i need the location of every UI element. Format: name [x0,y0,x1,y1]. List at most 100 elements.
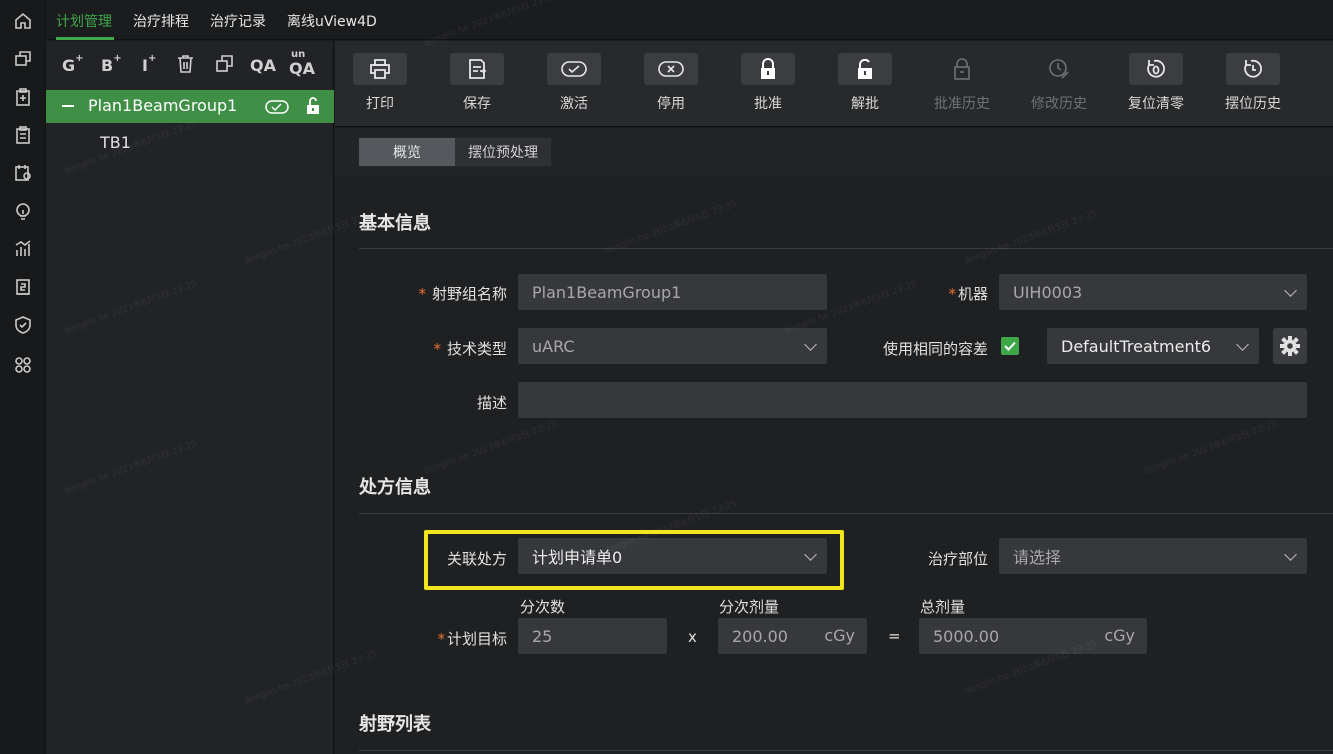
group-name-label-text: 射野组名称 [431,285,507,303]
group-name-label: * 射野组名称 [418,283,507,304]
bar-chart-icon[interactable] [11,237,35,261]
reset-zero-icon [1147,59,1165,78]
toggle-off-icon [658,61,684,77]
approve-history-label: 批准历史 [934,96,990,112]
un-qa-button[interactable]: un QA [289,49,315,79]
qa-button[interactable]: QA [250,56,276,75]
clipboard-list-icon[interactable] [11,123,35,147]
unapprove-button[interactable]: 解批 [825,53,905,117]
fractions-input[interactable]: 25 [518,618,667,654]
un-qa-label: QA [289,59,315,78]
tolerance-settings-button[interactable] [1273,328,1307,364]
check-icon [1004,341,1016,351]
shield-check-icon[interactable] [11,313,35,337]
description-input[interactable] [518,382,1307,418]
group-name-field[interactable]: Plan1BeamGroup1 [518,274,827,310]
technique-label-text: 技术类型 [446,340,507,358]
tab-overview[interactable]: 概览 [359,138,455,166]
un-qa-sup: un [291,49,306,60]
approve-button[interactable]: 批准 [728,53,808,117]
machine-select[interactable]: UIH0003 [999,274,1307,310]
command-icon[interactable] [11,353,35,377]
bulb-icon[interactable] [11,199,35,223]
active-tab-indicator [56,37,114,40]
action-toolbar: 打印 保存 激活 停用 批准 解批 批准历史 修改历史 复位清零 摆位历史 [335,41,1333,127]
approve-history-button[interactable]: 批准历史 [922,53,1002,117]
clipboard-plus-icon[interactable] [11,85,35,109]
highlight-box [424,530,844,590]
treatment-site-select[interactable]: 请选择 [999,538,1307,574]
tolerance-select[interactable]: DefaultTreatment6 [1047,328,1259,364]
technique-value: uARC [532,336,575,356]
document-2-icon[interactable] [11,275,35,299]
calendar-user-icon[interactable] [11,161,35,185]
fraction-dose-input[interactable]: 200.00 cGy [718,618,867,654]
activate-button[interactable]: 激活 [534,53,614,117]
activate-label: 激活 [560,96,588,112]
home-icon[interactable] [11,9,35,33]
plan-tree-panel: G+ B+ I+ QA un QA Plan1BeamGroup1 TB1 [46,41,334,754]
total-dose-input[interactable]: 5000.00 cGy [919,618,1147,654]
description-label: 描述 [476,394,507,412]
reset-zero-button[interactable]: 复位清零 [1116,53,1196,117]
deactivate-button[interactable]: 停用 [631,53,711,117]
fraction-dose-unit: cGy [824,626,855,645]
clock-history-icon [1244,59,1262,78]
collapse-icon[interactable] [62,105,74,107]
printer-icon [370,59,390,79]
modify-history-button[interactable]: 修改历史 [1019,53,1099,117]
reset-zero-label: 复位清零 [1128,96,1184,112]
tree-node-beam[interactable]: TB1 [100,133,131,152]
chevron-down-icon [1284,548,1297,561]
add-group-letter: G [62,56,76,75]
required-mark: * [433,340,441,358]
left-nav-rail [0,0,46,754]
chevron-down-icon [804,338,817,351]
clock-edit-icon [1049,59,1069,79]
toggle-active-icon [265,99,289,118]
tab-setup-preprocess[interactable]: 摆位预处理 [455,138,551,166]
divider [359,513,1333,514]
add-image-button[interactable]: I+ [142,52,157,75]
machine-label-text: 机器 [957,285,988,303]
add-group-button[interactable]: G+ [62,52,84,75]
tolerance-value: DefaultTreatment6 [1061,336,1212,356]
beam-list-title: 射野列表 [359,714,431,735]
approve-label: 批准 [754,96,782,112]
windows-icon[interactable] [11,47,35,71]
equals-sign: = [888,627,901,645]
deactivate-label: 停用 [657,96,685,112]
plan-target-label-text: 计划目标 [446,630,507,648]
overview-content: 基本信息 * 射野组名称 Plan1BeamGroup1 * 机器 UIH0003 … [335,176,1333,754]
fractions-value: 25 [532,626,553,646]
save-icon [469,59,487,79]
same-tolerance-checkbox[interactable] [1001,337,1019,355]
tab-offline-uview4d[interactable]: 离线uView4D [287,11,377,31]
unapprove-label: 解批 [851,96,879,112]
tree-node-beam-group[interactable]: Plan1BeamGroup1 [46,90,334,123]
technique-select[interactable]: uARC [518,328,827,364]
print-button[interactable]: 打印 [340,53,420,117]
required-mark: * [948,285,956,303]
gear-icon [1280,336,1300,356]
tab-plan-management[interactable]: 计划管理 [56,11,112,31]
trash-icon[interactable] [177,54,194,77]
plus-mark: + [147,52,157,64]
add-beam-button[interactable]: B+ [101,53,122,75]
unlock-icon [858,58,872,79]
prescription-title: 处方信息 [359,477,431,498]
copy-icon[interactable] [216,55,233,76]
divider [359,750,1333,751]
add-beam-letter: B [101,56,114,75]
multiply-sign: x [688,628,697,646]
chevron-down-icon [1236,338,1249,351]
tab-treatment-records[interactable]: 治疗记录 [210,11,266,31]
plus-mark: + [75,52,84,64]
total-dose-unit: cGy [1104,626,1135,645]
tab-treatment-schedule[interactable]: 治疗排程 [133,11,189,31]
treatment-site-placeholder: 请选择 [1013,548,1062,567]
setup-history-button[interactable]: 摆位历史 [1213,53,1293,117]
save-button[interactable]: 保存 [437,53,517,117]
required-mark: * [437,630,445,648]
same-tolerance-label: 使用相同的容差 [882,340,988,358]
